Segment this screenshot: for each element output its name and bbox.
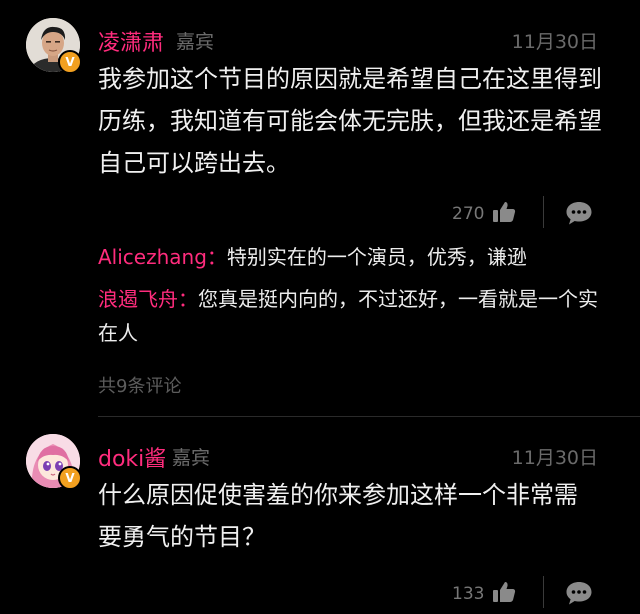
- comment-bubble-icon[interactable]: [565, 200, 593, 226]
- reply-item[interactable]: 浪遏飞舟：您真是挺内向的，不过还好，一看就是一个实在人: [98, 282, 608, 350]
- username[interactable]: doki酱: [98, 441, 166, 473]
- like-count: 270: [452, 204, 485, 224]
- comment-divider: [98, 416, 640, 417]
- comment-item: V 凌潇肃 嘉宾 11月30日 我参加这个节目的原因就是希望自己在这里得到历练，…: [0, 0, 640, 420]
- role-tag: 嘉宾: [172, 447, 211, 469]
- username[interactable]: 凌潇肃: [98, 25, 164, 57]
- comment-bubble-icon[interactable]: [565, 580, 593, 606]
- comment-text: 我参加这个节目的原因就是希望自己在这里得到历练，我知道有可能会体无完肤，但我还是…: [98, 65, 602, 177]
- comment-date: 11月30日: [511, 31, 598, 53]
- verified-badge-icon: V: [58, 50, 82, 74]
- thumbs-up-icon[interactable]: [491, 579, 517, 605]
- reply-username[interactable]: Alicezhang：: [98, 245, 227, 269]
- comment-date: 11月30日: [511, 447, 598, 469]
- action-divider: [543, 196, 544, 228]
- reply-item[interactable]: Alicezhang：特别实在的一个演员，优秀，谦逊: [98, 240, 608, 274]
- view-all-replies-link[interactable]: 共9条评论: [98, 372, 181, 398]
- verified-badge-icon: V: [58, 466, 82, 490]
- reply-username[interactable]: 浪遏飞舟：: [98, 287, 198, 311]
- comment-item: V doki酱 嘉宾 11月30日 什么原因促使害羞的你来参加这样一个非常需要勇…: [0, 420, 640, 614]
- action-divider: [543, 576, 544, 608]
- like-count: 133: [452, 584, 485, 604]
- comment-text: 什么原因促使害羞的你来参加这样一个非常需要勇气的节目？: [98, 481, 578, 551]
- reply-text: 特别实在的一个演员，优秀，谦逊: [226, 245, 527, 269]
- role-tag: 嘉宾: [176, 31, 215, 53]
- thumbs-up-icon[interactable]: [491, 199, 517, 225]
